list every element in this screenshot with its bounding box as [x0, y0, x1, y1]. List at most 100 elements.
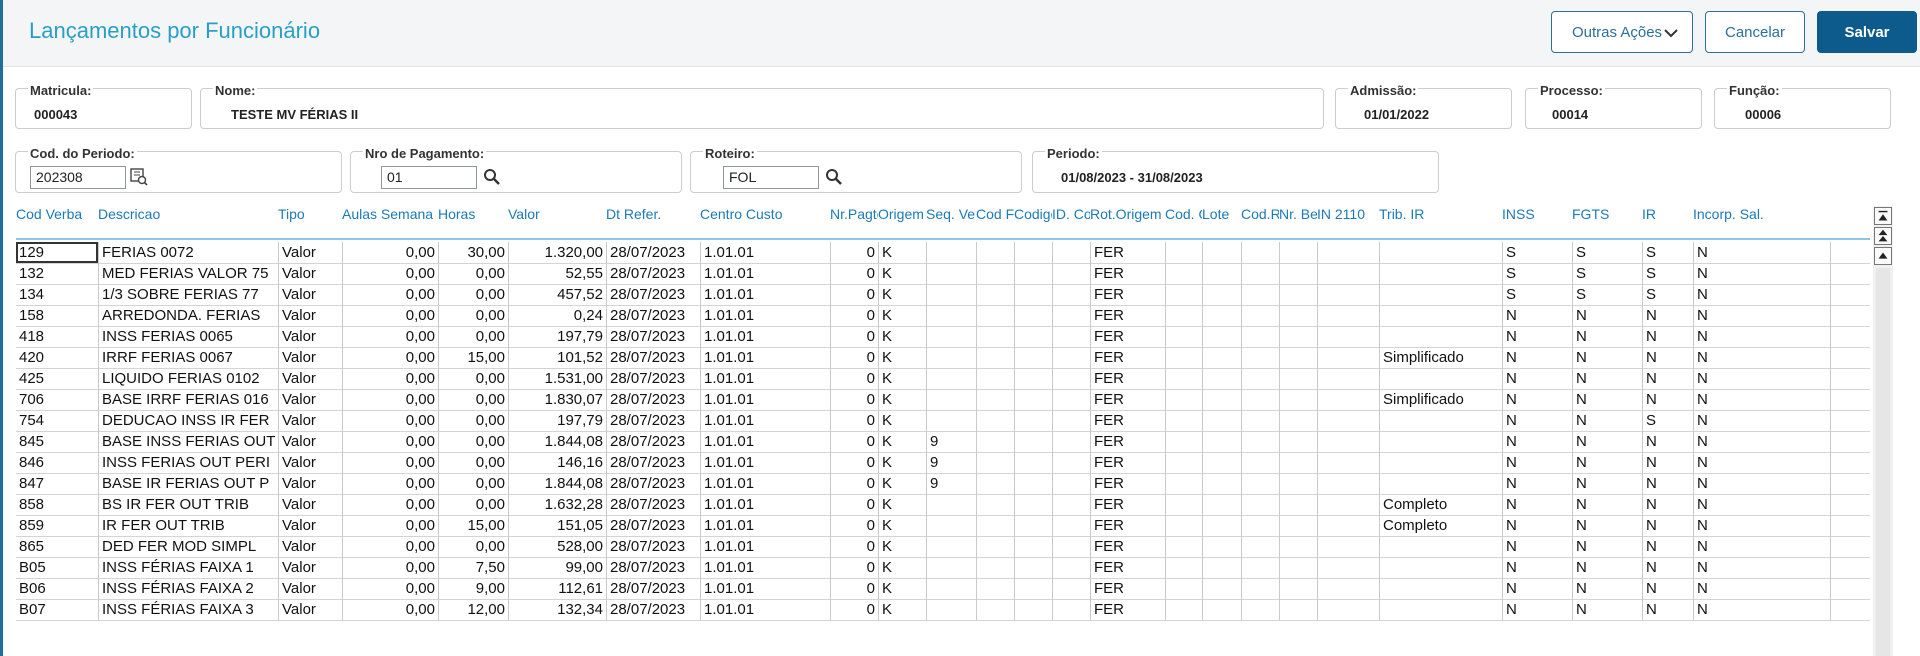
cell-lote[interactable]	[1202, 368, 1241, 389]
cell-fgts[interactable]: N	[1572, 305, 1642, 326]
cell-inss[interactable]: N	[1502, 347, 1572, 368]
cell-dt-refer[interactable]: 28/07/2023	[606, 305, 700, 326]
cell-incorp-sal[interactable]: N	[1693, 305, 1830, 326]
cell-id-co[interactable]	[1052, 452, 1090, 473]
cell-dt-refer[interactable]: 28/07/2023	[606, 284, 700, 305]
cell-id-co[interactable]	[1052, 536, 1090, 557]
cell-cod-fun[interactable]	[976, 263, 1014, 284]
search-icon[interactable]	[825, 168, 843, 186]
cell-centro-custo[interactable]: 1.01.01	[700, 368, 830, 389]
cell-fgts[interactable]: N	[1572, 473, 1642, 494]
cell-fgts[interactable]: N	[1572, 599, 1642, 620]
grid-vertical-scrollbar[interactable]	[1873, 206, 1893, 656]
cell-codigo[interactable]	[1014, 557, 1052, 578]
cell-cod-verba[interactable]: B06	[16, 578, 98, 599]
cell-cod-verba[interactable]: 158	[16, 305, 98, 326]
cell-cod-verba[interactable]: 845	[16, 431, 98, 452]
cell-lote[interactable]	[1202, 494, 1241, 515]
cell-cod-rec[interactable]	[1241, 578, 1279, 599]
cell-nr-bene[interactable]	[1279, 473, 1317, 494]
cell-ir[interactable]: N	[1642, 389, 1693, 410]
cell-incorp-sal[interactable]: N	[1693, 431, 1830, 452]
cell-tipo[interactable]: Valor	[278, 242, 342, 263]
cell-ir[interactable]: N	[1642, 557, 1693, 578]
save-button[interactable]: Salvar	[1817, 11, 1917, 53]
scroll-up-icon[interactable]	[1874, 247, 1892, 265]
column-header-inss[interactable]: INSS	[1502, 206, 1572, 222]
table-row[interactable]: 847 BASE IR FERIAS OUT P Valor 0,00 0,00 1.84…	[16, 473, 1870, 495]
cell-inss[interactable]: S	[1502, 263, 1572, 284]
cell-nr-bene[interactable]	[1279, 242, 1317, 263]
column-header-rot-origem[interactable]: Rot.Origem	[1090, 206, 1165, 222]
cell-lote[interactable]	[1202, 347, 1241, 368]
cell-codigo[interactable]	[1014, 305, 1052, 326]
cell-fgts[interactable]: N	[1572, 368, 1642, 389]
cell-nr-bene[interactable]	[1279, 494, 1317, 515]
cell-valor[interactable]: 0,24	[508, 305, 606, 326]
cell-valor[interactable]: 1.844,08	[508, 431, 606, 452]
cell-cod-fun[interactable]	[976, 368, 1014, 389]
cell-codigo[interactable]	[1014, 347, 1052, 368]
cell-horas[interactable]: 12,00	[438, 599, 508, 620]
cell-inss[interactable]: S	[1502, 284, 1572, 305]
cell-fgts[interactable]: S	[1572, 263, 1642, 284]
cell-codigo[interactable]	[1014, 599, 1052, 620]
cell-inss[interactable]: N	[1502, 494, 1572, 515]
cell-cod-verba[interactable]: 425	[16, 368, 98, 389]
cell-extra[interactable]	[1830, 473, 1870, 494]
cell-cod-verba[interactable]: 420	[16, 347, 98, 368]
cell-cod-rec[interactable]	[1241, 305, 1279, 326]
cell-seq-verba[interactable]	[926, 578, 976, 599]
cell-cod-rec[interactable]	[1241, 473, 1279, 494]
cell-nr-pagto[interactable]: 0	[830, 515, 878, 536]
cell-tipo[interactable]: Valor	[278, 347, 342, 368]
cell-trib-ir[interactable]: Completo	[1379, 515, 1502, 536]
cell-in-2110[interactable]	[1317, 389, 1379, 410]
cell-centro-custo[interactable]: 1.01.01	[700, 599, 830, 620]
cell-cod-ord[interactable]	[1165, 515, 1202, 536]
cell-seq-verba[interactable]	[926, 263, 976, 284]
cell-inss[interactable]: S	[1502, 242, 1572, 263]
cell-cod-verba[interactable]: B05	[16, 557, 98, 578]
cell-fgts[interactable]: N	[1572, 494, 1642, 515]
cell-inss[interactable]: N	[1502, 536, 1572, 557]
cell-descricao[interactable]: INSS FERIAS 0065	[98, 326, 278, 347]
cell-id-co[interactable]	[1052, 410, 1090, 431]
cell-nr-pagto[interactable]: 0	[830, 347, 878, 368]
cell-codigo[interactable]	[1014, 263, 1052, 284]
cell-valor[interactable]: 146,16	[508, 452, 606, 473]
cell-ir[interactable]: N	[1642, 326, 1693, 347]
column-header-tipo[interactable]: Tipo	[278, 206, 342, 222]
cell-incorp-sal[interactable]: N	[1693, 389, 1830, 410]
cell-extra[interactable]	[1830, 515, 1870, 536]
cell-cod-ord[interactable]	[1165, 494, 1202, 515]
cell-in-2110[interactable]	[1317, 284, 1379, 305]
cell-cod-fun[interactable]	[976, 452, 1014, 473]
cell-trib-ir[interactable]	[1379, 284, 1502, 305]
column-header-trib-ir[interactable]: Trib. IR	[1379, 206, 1502, 222]
cell-incorp-sal[interactable]: N	[1693, 557, 1830, 578]
cell-cod-fun[interactable]	[976, 284, 1014, 305]
cell-aulas-semana[interactable]: 0,00	[342, 431, 438, 452]
column-header-fgts[interactable]: FGTS	[1572, 206, 1642, 222]
cell-id-co[interactable]	[1052, 326, 1090, 347]
cell-centro-custo[interactable]: 1.01.01	[700, 347, 830, 368]
cell-dt-refer[interactable]: 28/07/2023	[606, 452, 700, 473]
cell-in-2110[interactable]	[1317, 263, 1379, 284]
cell-inss[interactable]: N	[1502, 578, 1572, 599]
cell-horas[interactable]: 0,00	[438, 368, 508, 389]
cell-origem[interactable]: K	[878, 242, 926, 263]
cell-origem[interactable]: K	[878, 452, 926, 473]
cell-rot-origem[interactable]: FER	[1090, 452, 1165, 473]
cell-trib-ir[interactable]: Simplificado	[1379, 389, 1502, 410]
cell-trib-ir[interactable]	[1379, 473, 1502, 494]
cell-cod-verba[interactable]: 706	[16, 389, 98, 410]
cell-cod-verba[interactable]: 846	[16, 452, 98, 473]
cell-cod-ord[interactable]	[1165, 305, 1202, 326]
cell-in-2110[interactable]	[1317, 557, 1379, 578]
cell-nr-bene[interactable]	[1279, 284, 1317, 305]
cell-rot-origem[interactable]: FER	[1090, 242, 1165, 263]
cell-descricao[interactable]: BASE IRRF FERIAS 016	[98, 389, 278, 410]
cell-cod-verba[interactable]: 134	[16, 284, 98, 305]
cell-in-2110[interactable]	[1317, 242, 1379, 263]
